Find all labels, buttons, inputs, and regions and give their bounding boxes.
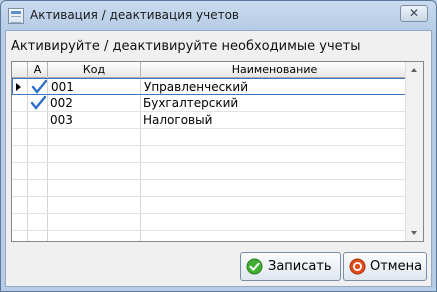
column-header-active[interactable]: А (28, 62, 48, 77)
column-header-name[interactable]: Наименование (141, 62, 408, 77)
scroll-down-icon[interactable] (411, 231, 417, 235)
name-cell: Налоговый (143, 113, 213, 127)
scroll-up-icon[interactable] (411, 68, 417, 72)
grid-header: А Код Наименование (12, 62, 408, 78)
empty-row (12, 129, 408, 146)
power-stop-icon (349, 258, 366, 275)
accounts-grid[interactable]: А Код Наименование 001 Управленческий 00… (11, 61, 424, 242)
name-cell: Бухгалтерский (143, 96, 239, 110)
save-button-label: Записать (268, 259, 332, 274)
dialog-body: Активируйте / деактивируйте необходимые … (5, 30, 432, 287)
empty-row (12, 197, 408, 214)
active-checkbox[interactable] (30, 95, 47, 111)
title-bar[interactable]: Активация / деактивация учетов ✕ (1, 1, 436, 31)
dialog-window: Активация / деактивация учетов ✕ Активир… (0, 0, 437, 292)
code-cell: 002 (50, 96, 73, 110)
checkmark-icon (31, 79, 48, 94)
instruction-heading: Активируйте / деактивируйте необходимые … (11, 39, 361, 54)
current-row-indicator-icon (16, 83, 21, 91)
code-cell: 003 (50, 113, 73, 127)
window-icon (8, 8, 24, 24)
empty-row (12, 146, 408, 163)
window-title: Активация / деактивация учетов (30, 8, 240, 22)
save-button[interactable]: Записать (240, 252, 341, 281)
checkmark-icon (30, 95, 47, 110)
empty-row (12, 180, 408, 197)
name-cell: Управленческий (144, 80, 249, 94)
check-circle-icon (246, 258, 263, 275)
close-button[interactable]: ✕ (400, 5, 428, 22)
code-cell: 001 (51, 80, 74, 94)
table-row[interactable]: 001 Управленческий (12, 78, 408, 95)
empty-row (12, 163, 408, 180)
vertical-scrollbar[interactable] (405, 62, 423, 241)
table-row[interactable]: 003 Налоговый (12, 112, 408, 129)
active-checkbox[interactable] (31, 79, 48, 95)
row-indicator-header (12, 62, 28, 77)
close-icon: ✕ (408, 6, 420, 20)
active-checkbox[interactable] (30, 112, 46, 128)
cancel-button-label: Отмена (370, 259, 423, 274)
cancel-button[interactable]: Отмена (343, 252, 427, 281)
table-row[interactable]: 002 Бухгалтерский (12, 95, 408, 112)
column-header-code[interactable]: Код (48, 62, 141, 77)
empty-row (12, 214, 408, 231)
